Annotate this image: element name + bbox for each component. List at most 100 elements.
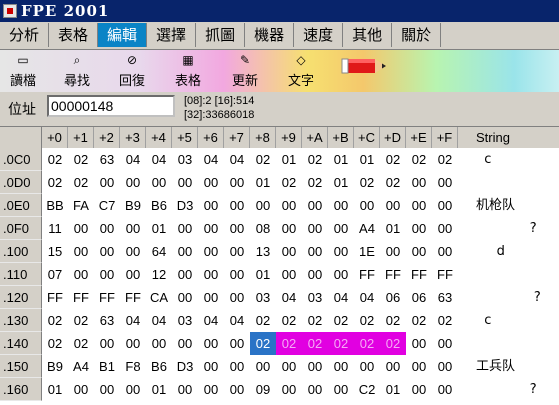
menu-item[interactable]: 選擇: [147, 23, 197, 47]
byte-cell[interactable]: 00: [198, 194, 224, 217]
byte-cell[interactable]: 01: [250, 171, 276, 194]
byte-cell[interactable]: 00: [380, 240, 406, 263]
byte-cell[interactable]: 00: [94, 240, 120, 263]
byte-cell[interactable]: 02: [406, 309, 432, 332]
byte-cell[interactable]: 02: [354, 309, 380, 332]
byte-cell[interactable]: A4: [354, 217, 380, 240]
byte-cell[interactable]: 00: [224, 332, 250, 355]
byte-cell[interactable]: 06: [380, 286, 406, 309]
byte-cell[interactable]: FA: [68, 194, 94, 217]
byte-cell[interactable]: 00: [68, 217, 94, 240]
byte-cell[interactable]: 00: [120, 240, 146, 263]
byte-cell[interactable]: 00: [224, 194, 250, 217]
byte-cell[interactable]: 02: [328, 309, 354, 332]
byte-cell[interactable]: 04: [198, 148, 224, 171]
byte-cell[interactable]: 15: [42, 240, 68, 263]
byte-cell[interactable]: B6: [146, 194, 172, 217]
byte-cell[interactable]: 07: [42, 263, 68, 286]
byte-cell[interactable]: 02: [250, 309, 276, 332]
byte-cell[interactable]: 08: [250, 217, 276, 240]
byte-cell[interactable]: 04: [198, 309, 224, 332]
byte-cell[interactable]: 00: [250, 194, 276, 217]
byte-cell[interactable]: 02: [432, 309, 458, 332]
menu-item[interactable]: 編輯: [98, 23, 148, 47]
toolbar-button[interactable]: ⌕ 尋找: [64, 53, 90, 89]
byte-cell[interactable]: 00: [172, 217, 198, 240]
byte-cell[interactable]: 00: [432, 171, 458, 194]
byte-cell[interactable]: C7: [94, 194, 120, 217]
byte-cell[interactable]: B1: [94, 355, 120, 378]
byte-cell[interactable]: B6: [146, 355, 172, 378]
byte-cell[interactable]: 04: [276, 286, 302, 309]
byte-cell[interactable]: 00: [224, 355, 250, 378]
byte-cell[interactable]: 02: [250, 148, 276, 171]
byte-cell[interactable]: 00: [302, 355, 328, 378]
byte-cell[interactable]: 00: [120, 378, 146, 401]
byte-cell[interactable]: 00: [432, 240, 458, 263]
byte-cell[interactable]: 00: [198, 378, 224, 401]
byte-cell[interactable]: 00: [198, 171, 224, 194]
byte-cell[interactable]: 04: [146, 148, 172, 171]
byte-cell[interactable]: 00: [328, 240, 354, 263]
byte-cell[interactable]: 63: [94, 148, 120, 171]
byte-cell[interactable]: 02: [276, 171, 302, 194]
byte-cell[interactable]: 00: [302, 378, 328, 401]
byte-cell[interactable]: 00: [354, 194, 380, 217]
byte-cell[interactable]: FF: [406, 263, 432, 286]
byte-cell[interactable]: B9: [42, 355, 68, 378]
byte-cell[interactable]: 03: [172, 309, 198, 332]
byte-cell[interactable]: FF: [432, 263, 458, 286]
byte-cell[interactable]: 00: [146, 171, 172, 194]
byte-cell[interactable]: C2: [354, 378, 380, 401]
byte-cell[interactable]: 00: [68, 240, 94, 263]
menu-item[interactable]: 機器: [245, 23, 295, 47]
byte-cell[interactable]: 64: [146, 240, 172, 263]
byte-cell[interactable]: FF: [380, 263, 406, 286]
byte-cell[interactable]: 13: [250, 240, 276, 263]
menu-item[interactable]: 速度: [294, 23, 344, 47]
byte-cell[interactable]: 02: [68, 171, 94, 194]
byte-cell[interactable]: 00: [276, 194, 302, 217]
byte-cell[interactable]: 00: [406, 194, 432, 217]
byte-cell[interactable]: 02: [276, 332, 302, 355]
hex-grid[interactable]: String +0 +1 +2 +3 +4 +5 +6 +7 +8 +9 +A +B +C +D +E +F …: [0, 126, 559, 405]
byte-cell[interactable]: 02: [42, 332, 68, 355]
byte-cell[interactable]: 03: [250, 286, 276, 309]
byte-cell[interactable]: CA: [146, 286, 172, 309]
byte-cell[interactable]: 03: [302, 286, 328, 309]
byte-cell[interactable]: 04: [328, 286, 354, 309]
byte-cell[interactable]: FF: [42, 286, 68, 309]
byte-cell[interactable]: 00: [302, 217, 328, 240]
byte-cell[interactable]: 00: [432, 378, 458, 401]
byte-cell[interactable]: 00: [406, 240, 432, 263]
byte-cell[interactable]: 00: [276, 240, 302, 263]
address-input[interactable]: 00000148: [47, 95, 175, 117]
byte-cell[interactable]: 00: [224, 263, 250, 286]
byte-cell[interactable]: 00: [68, 263, 94, 286]
byte-cell[interactable]: 00: [354, 355, 380, 378]
byte-cell[interactable]: 00: [94, 378, 120, 401]
byte-cell[interactable]: 09: [250, 378, 276, 401]
byte-cell[interactable]: 00: [432, 194, 458, 217]
byte-cell[interactable]: 02: [380, 148, 406, 171]
byte-cell[interactable]: 02: [68, 148, 94, 171]
byte-cell[interactable]: A4: [68, 355, 94, 378]
byte-cell[interactable]: 00: [250, 355, 276, 378]
byte-cell[interactable]: 00: [198, 286, 224, 309]
byte-cell[interactable]: 00: [406, 378, 432, 401]
byte-cell[interactable]: 00: [406, 171, 432, 194]
byte-cell[interactable]: 04: [354, 286, 380, 309]
byte-cell[interactable]: 00: [120, 171, 146, 194]
byte-cell[interactable]: 00: [432, 332, 458, 355]
byte-cell[interactable]: 00: [328, 355, 354, 378]
byte-cell[interactable]: 02: [380, 309, 406, 332]
byte-cell[interactable]: FF: [354, 263, 380, 286]
byte-cell[interactable]: 02: [354, 171, 380, 194]
byte-cell[interactable]: 01: [354, 148, 380, 171]
byte-cell[interactable]: F8: [120, 355, 146, 378]
byte-cell[interactable]: 00: [146, 332, 172, 355]
byte-cell[interactable]: 00: [276, 263, 302, 286]
byte-cell[interactable]: 00: [432, 217, 458, 240]
byte-cell[interactable]: 02: [276, 309, 302, 332]
byte-cell[interactable]: 00: [198, 263, 224, 286]
